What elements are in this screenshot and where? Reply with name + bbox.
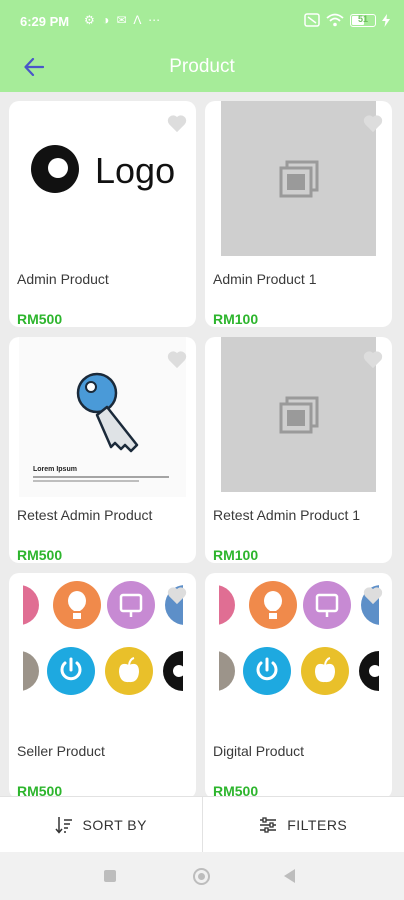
product-name: Admin Product (17, 271, 109, 287)
favorite-heart-icon[interactable] (362, 349, 384, 369)
favorite-heart-icon[interactable] (362, 585, 384, 605)
system-nav-bar (0, 852, 404, 900)
battery-icon: 51 (350, 13, 376, 27)
product-name: Retest Admin Product 1 (213, 507, 361, 523)
favorite-heart-icon[interactable] (166, 585, 188, 605)
product-name: Retest Admin Product (17, 507, 153, 523)
app-icons-image (205, 581, 392, 695)
product-card[interactable]: Admin Product 1 RM100 (205, 101, 392, 327)
product-image: Lorem Ipsum (19, 337, 186, 497)
status-time: 6:29 PM (20, 14, 70, 29)
notification-icons: ⚙ ◑ ✉ Λ ⋯ (84, 13, 163, 27)
product-image-placeholder (221, 337, 376, 492)
favorite-heart-icon[interactable] (166, 349, 188, 369)
product-price: RM500 (17, 547, 63, 563)
product-price: RM100 (213, 311, 259, 327)
sort-by-label: SORT BY (82, 816, 147, 833)
product-price: RM500 (17, 783, 63, 796)
image-placeholder-icon (279, 396, 318, 433)
product-name: Admin Product 1 (213, 271, 317, 287)
status-bar: 6:29 PM ⚙ ◑ ✉ Λ ⋯ 51 (0, 0, 404, 42)
image-caption: Lorem Ipsum (33, 466, 77, 473)
logo-text: Logo (95, 150, 175, 191)
system-back-button[interactable] (284, 869, 295, 883)
sort-by-button[interactable]: SORT BY (0, 797, 202, 852)
favorite-heart-icon[interactable] (362, 113, 384, 133)
product-card[interactable]: Seller Product RM500 (9, 573, 196, 796)
status-right-icons: 51 (304, 13, 390, 27)
product-card[interactable]: Logo Admin Product RM500 (9, 101, 196, 327)
filters-button[interactable]: FILTERS (201, 797, 404, 852)
product-card[interactable]: Retest Admin Product 1 RM100 (205, 337, 392, 563)
product-card[interactable]: Lorem Ipsum Retest Admin Product RM500 (9, 337, 196, 563)
filter-sliders-icon (260, 816, 277, 833)
home-button[interactable] (193, 868, 210, 885)
charging-icon (382, 13, 390, 27)
logo-image: Logo (31, 145, 175, 193)
recents-button[interactable] (104, 870, 116, 882)
product-price: RM500 (213, 783, 259, 796)
product-grid: Logo Admin Product RM500 Admin Product 1… (0, 92, 404, 796)
product-image (205, 573, 392, 733)
page-title: Product (169, 56, 235, 77)
no-sim-icon (304, 13, 320, 27)
sort-icon (54, 816, 72, 834)
image-placeholder-icon (279, 160, 318, 197)
bottom-action-bar: SORT BY FILTERS (0, 796, 404, 852)
favorite-heart-icon[interactable] (166, 113, 188, 133)
product-card[interactable]: Digital Product RM500 (205, 573, 392, 796)
product-image-placeholder (221, 101, 376, 256)
product-name: Digital Product (213, 743, 305, 759)
product-name: Seller Product (17, 743, 105, 759)
key-image: Lorem Ipsum (33, 372, 169, 482)
battery-level: 51 (357, 13, 368, 24)
filters-label: FILTERS (287, 816, 348, 833)
product-price: RM100 (213, 547, 259, 563)
product-price: RM500 (17, 311, 63, 327)
app-icons-image (9, 581, 196, 695)
app-bar: Product (0, 42, 404, 92)
product-image (9, 573, 196, 733)
product-image: Logo (19, 101, 186, 261)
wifi-icon (326, 13, 344, 27)
